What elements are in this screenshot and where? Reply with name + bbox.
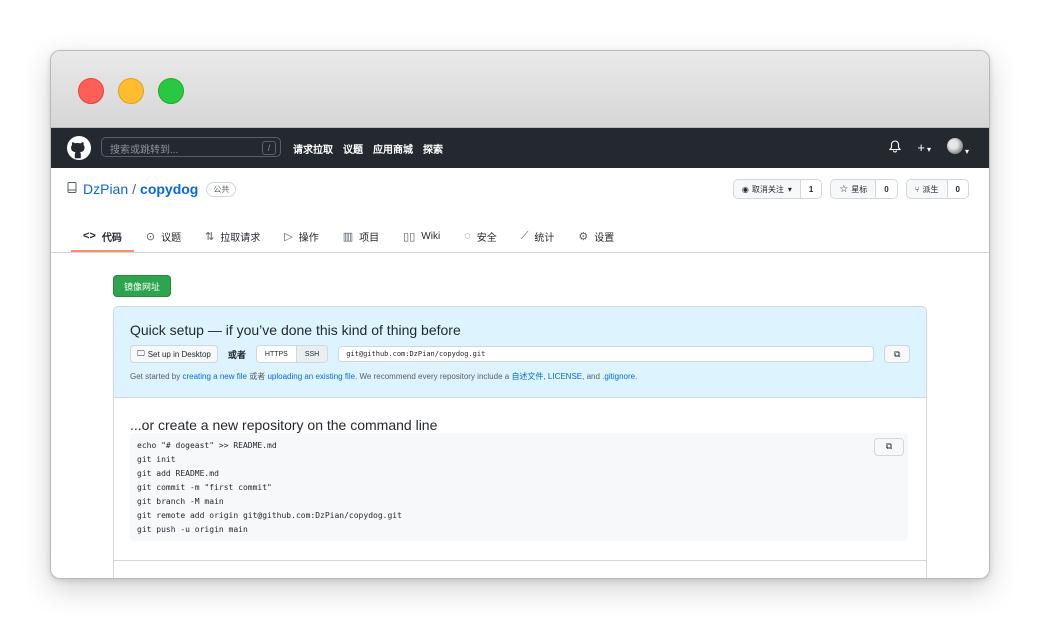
fork-label: ⑂ 派生 bbox=[914, 184, 939, 194]
fork-button[interactable]: ⑂ 派生 0 bbox=[905, 179, 969, 199]
issues-icon: ⊙ bbox=[145, 230, 156, 243]
clone-url-row: 🖵 Set up in Desktop 或者 HTTPS SSH git@git… bbox=[130, 345, 911, 363]
section-divider bbox=[114, 560, 926, 561]
desktop-icon: 🖵 bbox=[137, 349, 145, 358]
wiki-icon: ▯▯ bbox=[403, 230, 416, 243]
visibility-badge: 公共 bbox=[206, 181, 237, 197]
minimize-window-button[interactable] bbox=[118, 78, 144, 104]
chevron-down-icon: ▾ bbox=[787, 184, 792, 194]
code-icon: <> bbox=[83, 230, 96, 242]
header-nav: 请求拉取 议题 应用商城 探索 bbox=[293, 141, 443, 156]
or-label: 或者 bbox=[227, 349, 246, 360]
star-count[interactable]: 0 bbox=[875, 180, 897, 198]
tab-pull-requests[interactable]: ⇅ 拉取请求 bbox=[193, 220, 272, 252]
tab-projects[interactable]: ▥ 项目 bbox=[331, 220, 391, 252]
search-shortcut-badge: / bbox=[262, 141, 276, 155]
repo-actions: ◉ 取消关注 ▾ 1 ☆ 星标 0 ⑂ 派生 0 bbox=[732, 179, 969, 199]
license-link[interactable]: LICENSE bbox=[548, 372, 582, 381]
quick-setup-title: Quick setup — if you’ve done this kind o… bbox=[130, 322, 461, 338]
command-code-block: echo "# dogeast" >> README.md git init g… bbox=[130, 433, 908, 541]
github-header: 搜索或跳转到... / 请求拉取 议题 应用商城 探索 + ▾ ▾ bbox=[51, 128, 989, 168]
create-new-file-link[interactable]: creating a new file bbox=[182, 372, 246, 381]
watch-count[interactable]: 1 bbox=[799, 180, 822, 198]
window-titlebar bbox=[51, 51, 989, 128]
star-icon: ☆ bbox=[839, 183, 849, 195]
actions-icon: ▷ bbox=[284, 230, 293, 243]
repository-title: DzPian / copydog 公共 bbox=[67, 181, 237, 197]
command-line-title: ...or create a new repository on the com… bbox=[130, 417, 438, 433]
repository-header: DzPian / copydog 公共 ◉ 取消关注 ▾ 1 ☆ 星标 0 ⑂ 派生 0… bbox=[51, 168, 989, 253]
https-button[interactable]: HTTPS bbox=[256, 346, 296, 362]
close-window-button[interactable] bbox=[78, 78, 104, 104]
eye-icon: ◉ bbox=[741, 184, 749, 194]
watch-label: ◉ 取消关注 ▾ bbox=[741, 184, 792, 194]
search-input[interactable]: 搜索或跳转到... / bbox=[101, 137, 281, 157]
fork-icon: ⑂ bbox=[914, 184, 920, 194]
code-line: echo "# dogeast" >> README.md bbox=[137, 441, 277, 450]
chevron-down-icon: ▾ bbox=[964, 147, 969, 156]
quick-setup-panel: Quick setup — if you’ve done this kind o… bbox=[114, 307, 926, 398]
mirror-url-button[interactable]: 镜像网址 bbox=[113, 275, 172, 297]
code-line: git branch -M main bbox=[137, 497, 224, 506]
code-line: git remote add origin git@github.com:DzP… bbox=[137, 511, 402, 520]
quick-setup-hint: Get started by creating a new file 或者 up… bbox=[130, 372, 638, 381]
header-right: + ▾ ▾ bbox=[889, 138, 969, 157]
protocol-toggle: HTTPS SSH bbox=[255, 345, 329, 363]
setup-in-desktop-button[interactable]: 🖵 Set up in Desktop bbox=[130, 345, 218, 363]
repo-path-separator: / bbox=[132, 181, 137, 197]
browser-window: 搜索或跳转到... / 请求拉取 议题 应用商城 探索 + ▾ ▾ DzPian … bbox=[50, 50, 990, 579]
tab-settings[interactable]: ⚙ 设置 bbox=[566, 220, 626, 252]
tab-actions[interactable]: ▷ 操作 bbox=[272, 220, 330, 252]
code-line: git push -u origin main bbox=[137, 525, 248, 534]
nav-explore[interactable]: 探索 bbox=[423, 141, 443, 156]
bell-icon[interactable] bbox=[889, 139, 902, 156]
user-menu[interactable]: ▾ bbox=[946, 138, 969, 157]
maximize-window-button[interactable] bbox=[158, 78, 184, 104]
readme-link[interactable]: 自述文件 bbox=[511, 372, 543, 381]
repo-icon bbox=[67, 182, 77, 196]
plus-icon[interactable]: + ▾ bbox=[917, 140, 931, 155]
pull-request-icon: ⇅ bbox=[205, 230, 215, 243]
nav-marketplace[interactable]: 应用商城 bbox=[373, 141, 413, 156]
tab-wiki[interactable]: ▯▯ Wiki bbox=[391, 220, 452, 252]
repo-name-link[interactable]: copydog bbox=[140, 181, 198, 197]
search-placeholder: 搜索或跳转到... bbox=[110, 145, 179, 156]
nav-issues[interactable]: 议题 bbox=[343, 141, 363, 156]
star-label: ☆ 星标 bbox=[839, 183, 868, 195]
repo-tabs: <> 代码 ⊙ 议题 ⇅ 拉取请求 ▷ 操作 ▥ 项目 ▯▯ Wiki ◌ 安全 ⟋ 统计 ⚙ 设… bbox=[71, 220, 626, 252]
code-line: git init bbox=[137, 455, 176, 464]
clone-url-field[interactable]: git@github.com:DzPian/copydog.git bbox=[338, 346, 875, 362]
settings-icon: ⚙ bbox=[578, 230, 589, 243]
code-line: git commit -m "first commit" bbox=[137, 483, 272, 492]
fork-count[interactable]: 0 bbox=[946, 180, 968, 198]
tab-insights[interactable]: ⟋ 统计 bbox=[509, 220, 567, 252]
github-logo-icon[interactable] bbox=[67, 136, 91, 160]
insights-icon: ⟋ bbox=[520, 229, 529, 242]
nav-pull-requests[interactable]: 请求拉取 bbox=[293, 141, 333, 156]
security-icon: ◌ bbox=[464, 230, 471, 242]
chevron-down-icon: ▾ bbox=[926, 145, 931, 154]
code-line: git add README.md bbox=[137, 469, 219, 478]
tab-code[interactable]: <> 代码 bbox=[71, 220, 134, 252]
tab-issues[interactable]: ⊙ 议题 bbox=[134, 220, 193, 252]
gitignore-link[interactable]: .gitignore bbox=[602, 372, 635, 381]
ssh-button[interactable]: SSH bbox=[295, 346, 328, 362]
setup-box: Quick setup — if you’ve done this kind o… bbox=[113, 306, 927, 578]
copy-url-button[interactable]: ⧉ bbox=[884, 345, 911, 363]
avatar bbox=[946, 138, 963, 154]
repo-owner-link[interactable]: DzPian bbox=[83, 181, 128, 197]
star-button[interactable]: ☆ 星标 0 bbox=[830, 179, 898, 199]
projects-icon: ▥ bbox=[342, 230, 354, 243]
tab-security[interactable]: ◌ 安全 bbox=[452, 220, 509, 252]
copy-icon: ⧉ bbox=[894, 348, 901, 359]
watch-button[interactable]: ◉ 取消关注 ▾ 1 bbox=[732, 179, 823, 199]
copy-icon: ⧉ bbox=[885, 442, 893, 452]
upload-existing-file-link[interactable]: uploading an existing file bbox=[267, 372, 355, 381]
copy-commands-button[interactable]: ⧉ bbox=[874, 438, 904, 456]
